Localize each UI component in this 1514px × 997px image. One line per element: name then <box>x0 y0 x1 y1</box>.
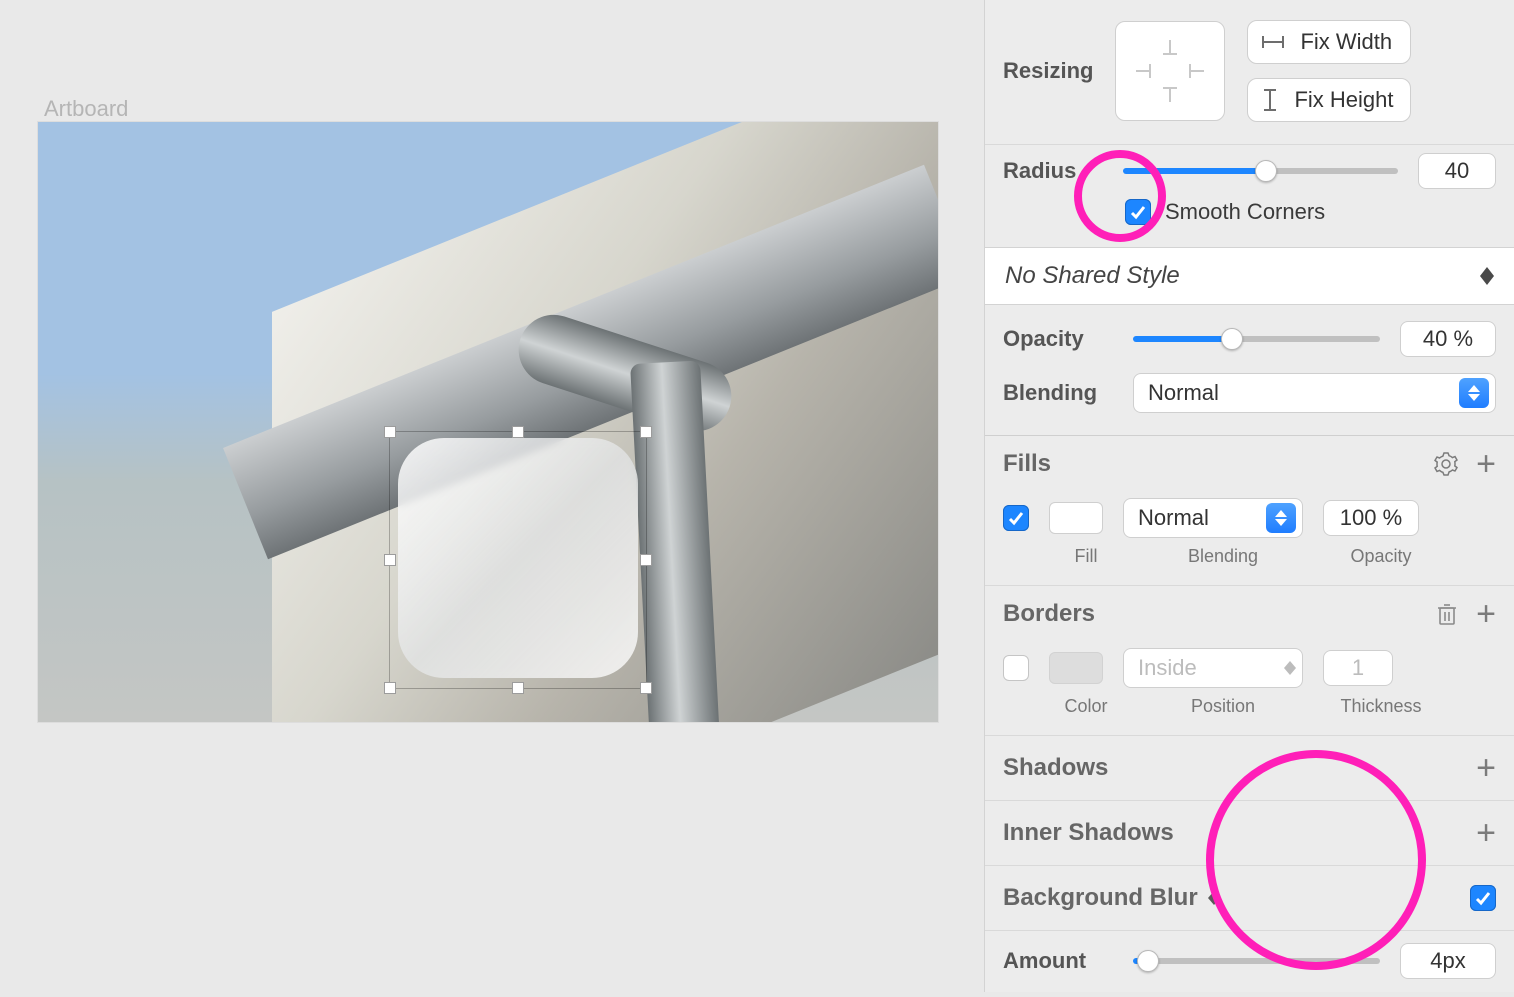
stepper-icon[interactable] <box>1208 891 1220 905</box>
resizing-label: Resizing <box>1003 58 1093 84</box>
inner-shadows-head: Inner Shadows <box>1003 819 1174 847</box>
smooth-corners-label: Smooth Corners <box>1165 199 1325 225</box>
canvas-area[interactable]: Artboard <box>0 0 984 992</box>
gear-icon[interactable] <box>1434 452 1458 476</box>
amount-slider-knob[interactable] <box>1137 950 1159 972</box>
border-thickness-input[interactable]: 1 <box>1323 650 1393 686</box>
check-icon <box>1008 510 1024 526</box>
amount-slider[interactable] <box>1133 958 1380 964</box>
amount-input[interactable]: 4px <box>1400 943 1496 979</box>
fill-opacity-input[interactable]: 100 % <box>1323 500 1419 536</box>
fills-sub-fill: Fill <box>1049 546 1123 567</box>
trash-icon[interactable] <box>1436 602 1458 626</box>
dropdown-stepper-icon <box>1459 378 1489 408</box>
borders-head: Borders <box>1003 600 1095 628</box>
opacity-slider[interactable] <box>1133 336 1380 342</box>
radius-slider-knob[interactable] <box>1255 160 1277 182</box>
stepper-icon <box>1284 661 1296 675</box>
radius-label: Radius <box>1003 158 1103 184</box>
fix-height-icon <box>1260 87 1280 113</box>
background-blur-head: Background Blur <box>1003 884 1198 912</box>
resize-constraints-icon <box>1130 36 1210 106</box>
artboard-label: Artboard <box>44 96 128 122</box>
fix-height-button[interactable]: Fix Height <box>1247 78 1410 122</box>
fills-sub-blending: Blending <box>1123 546 1323 567</box>
fill-blending-value: Normal <box>1138 505 1209 531</box>
stepper-icon <box>1480 267 1494 285</box>
border-position-dropdown[interactable]: Inside <box>1123 648 1303 688</box>
blending-mode-value: Normal <box>1148 380 1219 406</box>
resize-handle-sw[interactable] <box>384 682 396 694</box>
dropdown-stepper-icon <box>1266 503 1296 533</box>
radius-slider[interactable] <box>1123 168 1398 174</box>
amount-label: Amount <box>1003 948 1113 974</box>
borders-sub-color: Color <box>1049 696 1123 717</box>
resize-handle-w[interactable] <box>384 554 396 566</box>
radius-input[interactable]: 40 <box>1418 153 1496 189</box>
fill-enabled-checkbox[interactable] <box>1003 505 1029 531</box>
opacity-input[interactable]: 40 % <box>1400 321 1496 357</box>
shared-style-label: No Shared Style <box>1005 262 1180 290</box>
smooth-corners-checkbox[interactable] <box>1125 199 1151 225</box>
fill-blending-dropdown[interactable]: Normal <box>1123 498 1303 538</box>
resizing-constraints-box[interactable] <box>1115 21 1225 121</box>
selection-bounds[interactable] <box>390 432 646 688</box>
fix-width-label: Fix Width <box>1300 29 1392 55</box>
fills-head: Fills <box>1003 450 1051 478</box>
fill-color-swatch[interactable] <box>1049 502 1103 534</box>
shadows-head: Shadows <box>1003 754 1108 782</box>
resize-handle-ne[interactable] <box>640 426 652 438</box>
blending-dropdown[interactable]: Normal <box>1133 373 1496 413</box>
artboard[interactable] <box>38 122 938 722</box>
borders-sub-position: Position <box>1123 696 1323 717</box>
resize-handle-n[interactable] <box>512 426 524 438</box>
shared-style-dropdown[interactable]: No Shared Style <box>985 247 1514 305</box>
fix-width-icon <box>1260 32 1286 52</box>
resize-handle-e[interactable] <box>640 554 652 566</box>
blending-label: Blending <box>1003 380 1113 406</box>
borders-sub-thickness: Thickness <box>1323 696 1439 717</box>
background-blur-checkbox[interactable] <box>1470 885 1496 911</box>
check-icon <box>1130 204 1146 220</box>
opacity-label: Opacity <box>1003 326 1113 352</box>
border-enabled-checkbox[interactable] <box>1003 655 1029 681</box>
fix-width-button[interactable]: Fix Width <box>1247 20 1410 64</box>
fix-height-label: Fix Height <box>1294 87 1393 113</box>
fills-sub-opacity: Opacity <box>1323 546 1439 567</box>
resize-handle-se[interactable] <box>640 682 652 694</box>
border-color-swatch[interactable] <box>1049 652 1103 684</box>
inspector-panel: Resizing Fix Width Fix Height <box>984 0 1514 992</box>
border-position-value: Inside <box>1138 655 1197 681</box>
resize-handle-s[interactable] <box>512 682 524 694</box>
resize-handle-nw[interactable] <box>384 426 396 438</box>
opacity-slider-knob[interactable] <box>1221 328 1243 350</box>
check-icon <box>1475 890 1491 906</box>
